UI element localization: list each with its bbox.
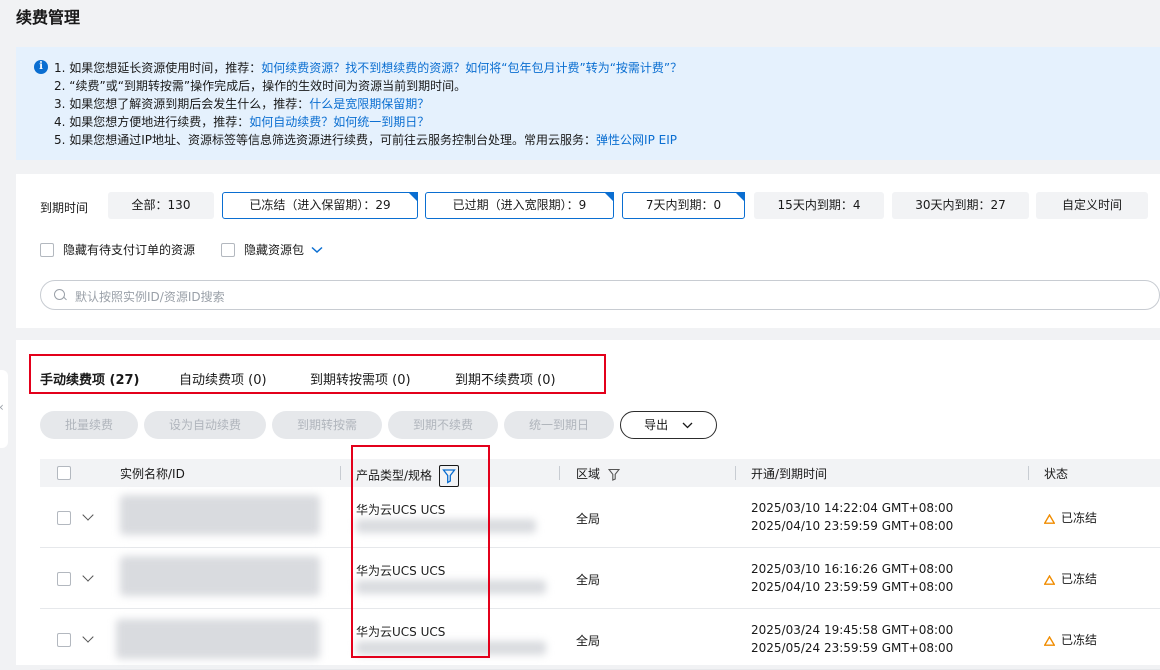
chevron-down-icon [682,422,693,429]
link-grace-period[interactable]: 什么是宽限期保留期？ [309,97,429,111]
column-divider [559,466,560,480]
region: 全局 [576,512,601,526]
expand-row-chevron-icon[interactable] [82,509,94,521]
page-title: 续费管理 [16,8,81,27]
expire-time: 2025/04/10 23:59:59 GMT+08:00 [751,580,954,594]
info-line-2: 2. “续费”或“到期转按需”操作完成后，操作的生效时间为资源当前到期时间。 [54,79,467,93]
set-auto-renew-button[interactable]: 设为自动续费 [144,411,266,439]
tab-manual-renew[interactable]: 手动续费项 (27) [40,369,140,388]
filter-icon[interactable] [607,468,620,481]
chevron-down-icon[interactable] [311,246,323,254]
col-instance-name: 实例名称/ID [120,467,185,481]
column-divider [1028,466,1029,480]
link-renew-help[interactable]: 如何续费资源？找不到想续费的资源？如何将“包年包月计费”转为“按需计费”？ [261,61,682,75]
expire-time: 2025/05/24 23:59:59 GMT+08:00 [751,641,954,655]
select-all-checkbox[interactable] [57,466,71,480]
col-time: 开通/到期时间 [751,467,828,481]
chip-all[interactable]: 全部：130 [108,192,214,219]
region: 全局 [576,573,601,587]
collapse-handle[interactable]: ‹ [0,370,8,448]
batch-renew-button[interactable]: 批量续费 [40,411,138,439]
info-line-1: 1. 如果您想延长资源使用时间，推荐：如何续费资源？找不到想续费的资源？如何将“… [54,61,683,75]
col-product-type: 产品类型/规格 [356,465,459,487]
expand-row-chevron-icon[interactable] [82,570,94,582]
search-icon [54,289,65,300]
filter-panel: 到期时间 全部：130 已冻结（进入保留期）：29 已过期（进入宽限期）：9 7… [16,174,1160,328]
info-line-4: 4. 如果您想方便地进行续费，推荐：如何自动续费？如何统一到期日？ [54,115,430,129]
region: 全局 [576,634,601,648]
row-checkbox[interactable] [57,511,71,525]
expiry-filter-label: 到期时间 [40,201,89,215]
tab-auto-renew[interactable]: 自动续费项 (0) [179,369,267,388]
export-button[interactable]: 导出 [620,411,717,439]
chip-7days[interactable]: 7天内到期：0 [622,192,745,219]
chip-30days[interactable]: 30天内到期：27 [892,192,1029,219]
warning-icon [1044,635,1055,646]
unify-expiry-button[interactable]: 统一到期日 [504,411,614,439]
selected-corner-icon [408,192,418,202]
spec-redacted [356,519,536,533]
product-type: 华为云UCS UCS [356,503,446,517]
warning-icon [1044,513,1055,524]
open-time: 2025/03/10 16:16:26 GMT+08:00 [751,562,954,576]
info-line-5: 5. 如果您想通过IP地址、资源标签等信息筛选资源进行续费，可前往云服务控制台处… [54,133,677,147]
open-time: 2025/03/24 19:45:58 GMT+08:00 [751,623,954,637]
search-placeholder: 默认按照实例ID/资源ID搜索 [75,290,225,304]
tab-to-ondemand[interactable]: 到期转按需项 (0) [310,369,411,388]
link-auto-renew[interactable]: 如何自动续费？如何统一到期日？ [249,115,429,129]
table-header: 实例名称/ID 产品类型/规格 区域 开通/到期时间 状态 [40,459,1160,487]
no-renew-button[interactable]: 到期不续费 [388,411,498,439]
expire-time: 2025/04/10 23:59:59 GMT+08:00 [751,519,954,533]
product-type: 华为云UCS UCS [356,625,446,639]
col-region: 区域 [576,465,620,482]
instance-name-redacted [116,619,320,659]
status-badge: 已冻结 [1044,631,1097,648]
chip-15days[interactable]: 15天内到期：4 [754,192,884,219]
chip-custom-time[interactable]: 自定义时间 [1036,192,1148,219]
expand-row-chevron-icon[interactable] [82,631,94,643]
selected-corner-icon [735,192,745,202]
instance-name-redacted [120,495,320,535]
hide-package-checkbox[interactable] [221,242,235,257]
chip-expired[interactable]: 已过期（进入宽限期）：9 [425,192,614,219]
row-checkbox[interactable] [57,633,71,647]
selected-corner-icon [604,192,614,202]
chevron-left-icon: ‹ [0,400,4,414]
chip-frozen[interactable]: 已冻结（进入保留期）：29 [222,192,418,219]
status-badge: 已冻结 [1044,509,1097,526]
to-ondemand-button[interactable]: 到期转按需 [272,411,382,439]
info-notice: i 1. 如果您想延长资源使用时间，推荐：如何续费资源？找不到想续费的资源？如何… [16,47,1160,160]
instance-name-redacted [120,556,320,596]
table-row: 华为云UCS UCS 全局 2025/03/10 14:22:04 GMT+08… [40,487,1160,548]
filter-icon[interactable] [438,465,459,487]
link-eip[interactable]: 弹性公网IP EIP [596,133,677,147]
hide-pending-option[interactable]: 隐藏有待支付订单的资源 [40,241,195,258]
status-badge: 已冻结 [1044,570,1097,587]
col-status: 状态 [1044,467,1069,481]
info-icon: i [34,60,48,74]
search-input[interactable]: 默认按照实例ID/资源ID搜索 [40,280,1160,310]
info-line-3: 3. 如果您想了解资源到期后会发生什么，推荐：什么是宽限期保留期？ [54,97,430,111]
row-checkbox[interactable] [57,572,71,586]
hide-package-option[interactable]: 隐藏资源包 [221,241,323,258]
tab-no-renew[interactable]: 到期不续费项 (0) [455,369,556,388]
column-divider [735,466,736,480]
column-divider [340,466,341,480]
open-time: 2025/03/10 14:22:04 GMT+08:00 [751,501,954,515]
spec-redacted [356,641,546,655]
warning-icon [1044,574,1055,585]
table-row: 华为云UCS UCS 全局 2025/03/10 16:16:26 GMT+08… [40,548,1160,609]
product-type: 华为云UCS UCS [356,564,446,578]
table-row: 华为云UCS UCS 全局 2025/03/24 19:45:58 GMT+08… [40,609,1160,670]
spec-redacted [356,580,546,594]
hide-pending-checkbox[interactable] [40,242,54,257]
